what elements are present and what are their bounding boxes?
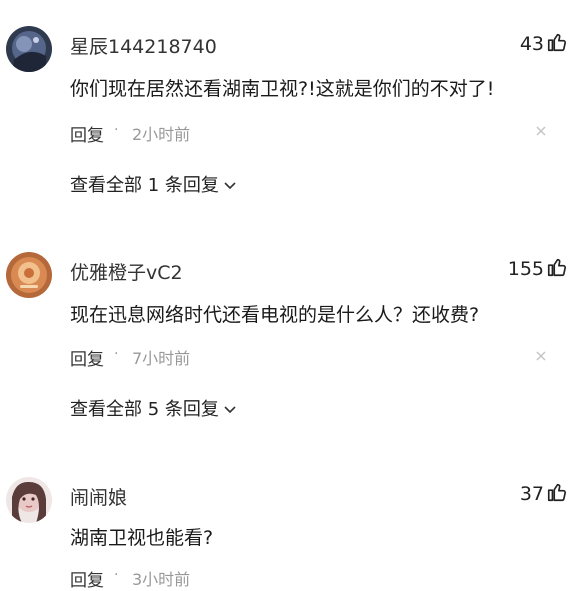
separator-dot: · bbox=[114, 567, 119, 583]
avatar-image bbox=[6, 26, 52, 72]
comment-item: 优雅橙子vC2 155 现在迅息网络时代还看电视的是什么人？还收费? 回复 · … bbox=[0, 220, 576, 445]
reply-button[interactable]: 回复 bbox=[70, 121, 104, 146]
view-replies-button[interactable]: 查看全部 1 条回复 bbox=[70, 171, 237, 197]
separator-dot: · bbox=[114, 122, 119, 138]
thumbs-up-icon[interactable] bbox=[546, 481, 568, 503]
comment-text: 你们现在居然还看湖南卫视?!这就是你们的不对了! bbox=[70, 78, 495, 100]
username[interactable]: 星辰144218740 bbox=[70, 32, 217, 59]
thumbs-up-icon[interactable] bbox=[546, 31, 568, 53]
reply-button[interactable]: 回复 bbox=[70, 345, 104, 370]
comment-item: 闹闹娘 37 湖南卫视也能看? 回复 · 3小时前 bbox=[0, 445, 576, 591]
comment-text: 现在迅息网络时代还看电视的是什么人？还收费? bbox=[70, 304, 480, 326]
comment-text: 湖南卫视也能看? bbox=[70, 527, 214, 549]
close-icon[interactable] bbox=[534, 124, 548, 138]
timestamp: 2小时前 bbox=[132, 125, 191, 144]
separator-dot: · bbox=[114, 346, 119, 362]
view-replies-label: 查看全部 5 条回复 bbox=[70, 399, 219, 420]
avatar[interactable] bbox=[6, 252, 52, 298]
chevron-down-icon bbox=[224, 406, 236, 414]
close-icon[interactable] bbox=[534, 349, 548, 363]
chevron-down-icon bbox=[224, 182, 236, 190]
view-replies-button[interactable]: 查看全部 5 条回复 bbox=[70, 395, 237, 421]
timestamp: 3小时前 bbox=[132, 570, 191, 589]
view-replies-label: 查看全部 1 条回复 bbox=[70, 175, 219, 196]
thumbs-up-icon[interactable] bbox=[546, 256, 568, 278]
like-count: 37 bbox=[519, 483, 544, 505]
username[interactable]: 闹闹娘 bbox=[70, 483, 127, 510]
like-count: 155 bbox=[507, 258, 544, 280]
timestamp: 7小时前 bbox=[132, 349, 191, 368]
avatar[interactable] bbox=[6, 477, 52, 523]
comment-item: 星辰144218740 43 你们现在居然还看湖南卫视?!这就是你们的不对了! … bbox=[0, 0, 576, 220]
reply-button[interactable]: 回复 bbox=[70, 566, 104, 591]
avatar-image bbox=[6, 252, 52, 298]
avatar[interactable] bbox=[6, 26, 52, 72]
avatar-image bbox=[6, 477, 52, 523]
username[interactable]: 优雅橙子vC2 bbox=[70, 258, 183, 285]
like-count: 43 bbox=[519, 33, 544, 55]
